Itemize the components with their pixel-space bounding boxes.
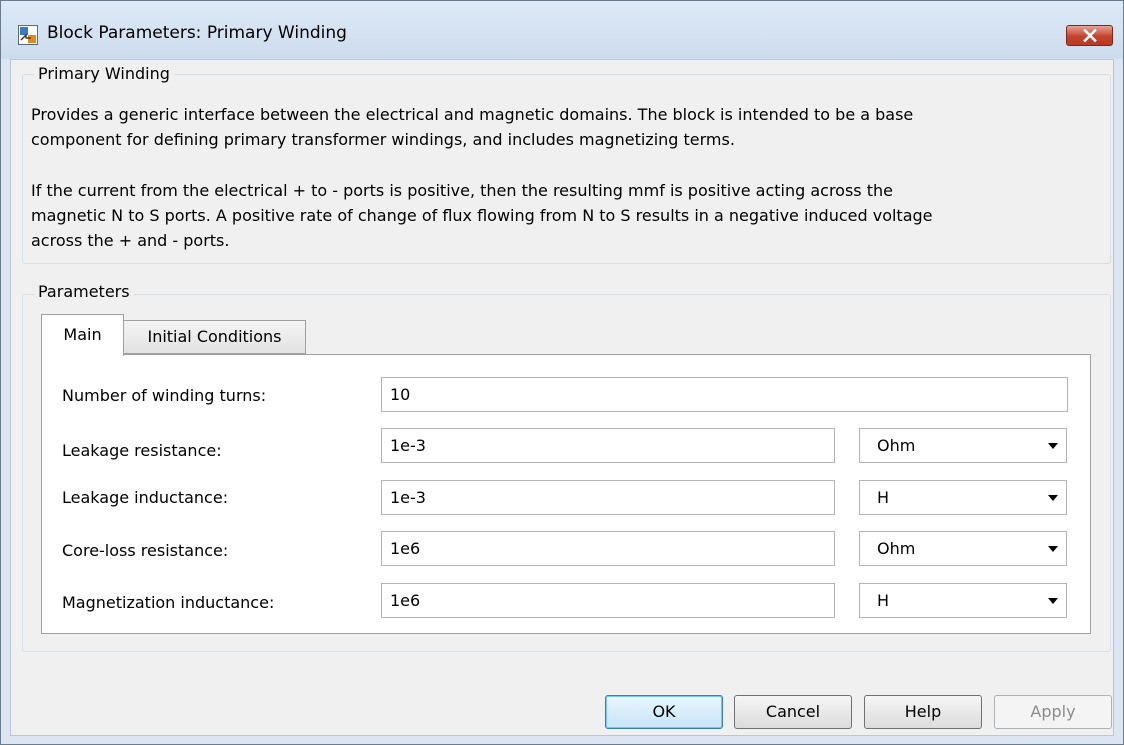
apply-button[interactable]: Apply xyxy=(994,695,1112,729)
leakage-inductance-unit-value: H xyxy=(877,488,890,507)
title-bar[interactable]: Block Parameters: Primary Winding xyxy=(1,1,1123,59)
core-loss-resistance-field[interactable] xyxy=(381,531,835,566)
description-paragraph-1-line-2: component for defining primary transform… xyxy=(31,130,735,149)
core-loss-resistance-unit-select[interactable]: Ohm xyxy=(859,531,1067,566)
parameters-group-title: Parameters xyxy=(34,282,134,301)
description-paragraph-2-line-1: If the current from the electrical + to … xyxy=(31,181,893,200)
description-paragraph-1: Provides a generic interface between the… xyxy=(31,102,1091,152)
block-parameters-app-icon xyxy=(18,25,38,45)
help-button[interactable]: Help xyxy=(864,695,982,729)
description-paragraph-2: If the current from the electrical + to … xyxy=(31,178,1091,253)
leakage-resistance-unit-select[interactable]: Ohm xyxy=(859,428,1067,463)
leakage-inductance-field[interactable] xyxy=(381,480,835,515)
leakage-inductance-unit-select[interactable]: H xyxy=(859,480,1067,515)
description-paragraph-2-line-3: across the + and - ports. xyxy=(31,231,230,250)
number-of-winding-turns-field[interactable] xyxy=(381,377,1068,412)
description-paragraph-2-line-2: magnetic N to S ports. A positive rate o… xyxy=(31,206,933,225)
cancel-button[interactable]: Cancel xyxy=(734,695,852,729)
description-group-title: Primary Winding xyxy=(34,64,174,83)
chevron-down-icon xyxy=(1048,546,1058,552)
magnetization-inductance-unit-value: H xyxy=(877,591,890,610)
core-loss-resistance-label: Core-loss resistance: xyxy=(62,541,229,560)
close-button[interactable] xyxy=(1066,25,1113,46)
dialog-window: Block Parameters: Primary Winding Primar… xyxy=(0,0,1124,745)
magnetization-inductance-field[interactable] xyxy=(381,583,835,618)
close-icon xyxy=(1083,29,1097,42)
description-paragraph-1-line-1: Provides a generic interface between the… xyxy=(31,105,914,124)
magnetization-inductance-unit-select[interactable]: H xyxy=(859,583,1067,618)
chevron-down-icon xyxy=(1048,495,1058,501)
leakage-resistance-unit-value: Ohm xyxy=(877,436,916,455)
leakage-resistance-field[interactable] xyxy=(381,428,835,463)
number-of-winding-turns-label: Number of winding turns: xyxy=(62,386,267,405)
magnetization-inductance-label: Magnetization inductance: xyxy=(62,593,275,612)
tab-main[interactable]: Main xyxy=(41,314,124,356)
tab-initial-conditions[interactable]: Initial Conditions xyxy=(123,320,306,354)
leakage-resistance-label: Leakage resistance: xyxy=(62,441,222,460)
leakage-inductance-label: Leakage inductance: xyxy=(62,488,229,507)
ok-button[interactable]: OK xyxy=(605,695,723,729)
chevron-down-icon xyxy=(1048,598,1058,604)
core-loss-resistance-unit-value: Ohm xyxy=(877,539,916,558)
window-title: Block Parameters: Primary Winding xyxy=(47,23,347,43)
chevron-down-icon xyxy=(1048,443,1058,449)
